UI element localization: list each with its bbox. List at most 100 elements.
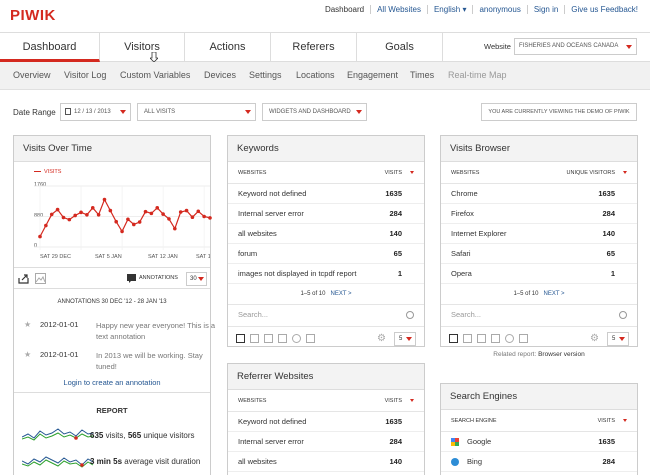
sort-desc-icon[interactable]	[623, 171, 627, 174]
subtab-real-time-map[interactable]: Real-time Map	[448, 70, 507, 80]
data-point[interactable]	[38, 234, 42, 239]
bar-chart-icon[interactable]	[278, 334, 287, 343]
data-point[interactable]	[167, 217, 171, 221]
date-picker[interactable]: 12 / 13 / 2013	[60, 103, 131, 121]
column-header[interactable]: SEARCH ENGINE	[451, 410, 497, 432]
top-link-sign-in[interactable]: Sign in	[528, 5, 566, 14]
data-point[interactable]	[96, 212, 101, 217]
search-input[interactable]: Search...	[238, 310, 268, 319]
data-point[interactable]	[49, 212, 54, 217]
segment-select[interactable]: ALL VISITS	[137, 103, 256, 121]
tag-cloud-icon[interactable]	[519, 334, 528, 343]
data-point[interactable]	[161, 212, 165, 216]
tab-goals[interactable]: Goals	[357, 33, 443, 62]
tab-actions[interactable]: Actions	[185, 33, 271, 62]
table-row[interactable]: Opera 1	[441, 264, 637, 284]
sort-desc-icon[interactable]	[410, 399, 414, 402]
column-header[interactable]: VISITS	[598, 410, 615, 432]
data-point[interactable]	[126, 217, 130, 222]
data-point[interactable]	[178, 210, 183, 214]
star-icon[interactable]: ★	[24, 320, 31, 329]
related-report-link[interactable]: Browser version	[538, 351, 585, 358]
column-header[interactable]: WEBSITES	[451, 162, 479, 184]
tab-visitors[interactable]: Visitors	[100, 33, 185, 62]
piwik-logo[interactable]: PIWIK	[10, 7, 56, 24]
data-point[interactable]	[173, 226, 177, 231]
table-row[interactable]: forum 65	[228, 244, 424, 264]
column-header[interactable]: WEBSITES	[238, 390, 266, 412]
table-row[interactable]: all websites 140	[228, 224, 424, 244]
visits-sparkline[interactable]	[22, 425, 94, 443]
visits-line-chart[interactable]	[14, 136, 212, 266]
top-link-all-websites[interactable]: All Websites	[371, 5, 428, 14]
subtab-settings[interactable]: Settings	[249, 70, 282, 80]
website-select[interactable]: FISHERIES AND OCEANS CANADA	[514, 38, 637, 55]
widget-title[interactable]: Keywords	[228, 136, 424, 162]
table-view-icon[interactable]	[449, 334, 458, 343]
column-header[interactable]: VISITS	[385, 390, 402, 412]
subtab-times[interactable]: Times	[410, 70, 434, 80]
data-point[interactable]	[108, 208, 113, 213]
table-row[interactable]: Internal server error 284	[228, 432, 424, 452]
widget-title[interactable]: Referrer Websites	[228, 364, 424, 390]
data-point[interactable]	[143, 209, 148, 214]
next-page-link[interactable]: NEXT >	[330, 291, 351, 297]
data-point[interactable]	[190, 215, 195, 219]
tab-dashboard[interactable]: Dashboard	[0, 33, 100, 62]
export-icon[interactable]	[18, 273, 29, 284]
data-point[interactable]	[85, 212, 89, 217]
mode-select[interactable]: WIDGETS AND DASHBOARD	[262, 103, 367, 121]
subtab-custom-variables[interactable]: Custom Variables	[120, 70, 190, 80]
search-input[interactable]: Search...	[451, 310, 481, 319]
top-link-feedback[interactable]: Give us Feedback!	[565, 5, 638, 14]
table-row[interactable]: Firefox 284	[441, 204, 637, 224]
data-point[interactable]	[137, 220, 142, 224]
widget-title[interactable]: Search Engines	[441, 384, 637, 410]
top-link-user[interactable]: anonymous	[473, 5, 528, 14]
data-point[interactable]	[55, 207, 60, 212]
limit-select[interactable]: 5	[394, 332, 416, 346]
widget-title[interactable]: Visits Browser	[441, 136, 637, 162]
data-point[interactable]	[61, 215, 66, 220]
top-link-language[interactable]: English ▾	[428, 5, 474, 14]
column-header[interactable]: UNIQUE VISITORS	[567, 162, 616, 184]
table-row[interactable]: Safari 65	[441, 244, 637, 264]
data-point[interactable]	[73, 213, 77, 218]
data-point[interactable]	[120, 229, 124, 234]
data-point[interactable]	[155, 206, 160, 210]
duration-sparkline[interactable]	[22, 451, 94, 469]
top-link-dashboard[interactable]: Dashboard	[319, 5, 372, 14]
table-row[interactable]: Internet Explorer 140	[441, 224, 637, 244]
subtab-devices[interactable]: Devices	[204, 70, 236, 80]
data-point[interactable]	[114, 219, 119, 224]
sort-desc-icon[interactable]	[410, 171, 414, 174]
pie-chart-icon[interactable]	[292, 334, 301, 343]
table-row[interactable]: Chrome 1635	[441, 184, 637, 204]
search-icon[interactable]	[406, 311, 414, 319]
limit-select[interactable]: 5	[607, 332, 629, 346]
table-row[interactable]: Google 1635	[441, 432, 637, 452]
table-more-icon[interactable]	[463, 334, 472, 343]
tab-referers[interactable]: Referers	[271, 33, 357, 62]
bar-chart-icon[interactable]	[491, 334, 500, 343]
image-icon[interactable]	[35, 273, 46, 284]
data-point[interactable]	[102, 197, 107, 202]
search-bar[interactable]: Search...	[228, 304, 424, 326]
subtab-locations[interactable]: Locations	[296, 70, 335, 80]
annotations-label[interactable]: ANNOTATIONS	[139, 275, 178, 281]
data-point[interactable]	[90, 206, 95, 210]
table-row[interactable]: Keyword not defined 1635	[228, 412, 424, 432]
search-icon[interactable]	[619, 311, 627, 319]
table-more-icon[interactable]	[250, 334, 259, 343]
login-annotation-link[interactable]: Login to create an annotation	[14, 378, 210, 387]
annotations-icon[interactable]	[127, 274, 136, 283]
table-row[interactable]: all websites 140	[228, 452, 424, 472]
pie-chart-icon[interactable]	[505, 334, 514, 343]
subtab-engagement[interactable]: Engagement	[347, 70, 398, 80]
period-select[interactable]: 30	[186, 272, 207, 286]
column-header[interactable]: WEBSITES	[238, 162, 266, 184]
data-point[interactable]	[196, 209, 201, 214]
data-point[interactable]	[67, 217, 72, 222]
gear-icon[interactable]: ⚙	[377, 334, 386, 344]
tag-cloud-icon[interactable]	[306, 334, 315, 343]
